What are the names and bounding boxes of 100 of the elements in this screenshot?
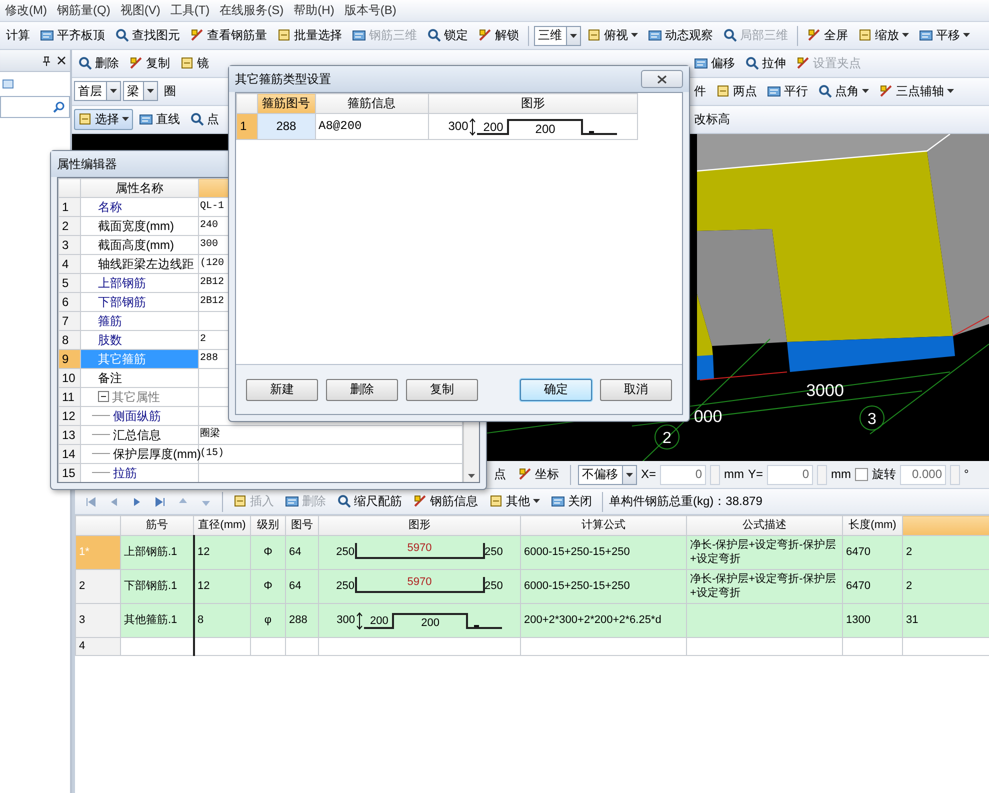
table-cell: 2: [902, 570, 989, 604]
menu-item[interactable]: 在线服务(S): [214, 3, 289, 18]
input-field[interactable]: 0.000: [900, 464, 946, 484]
dialog-button[interactable]: 确定: [520, 378, 592, 400]
row-header[interactable]: 3: [58, 236, 80, 254]
column-header[interactable]: 图号: [286, 516, 318, 536]
column-header[interactable]: 图形: [318, 516, 520, 536]
menu-item[interactable]: 工具(T): [165, 3, 215, 18]
toolbar-button[interactable]: 解锁: [474, 25, 523, 46]
toolbar-button[interactable]: 偏移: [690, 53, 739, 74]
row-header[interactable]: 2: [58, 216, 80, 236]
toolbar-button[interactable]: 点角: [814, 81, 873, 102]
column-header[interactable]: 图形: [428, 94, 638, 114]
row-header[interactable]: 2: [76, 570, 120, 604]
row-header[interactable]: 9: [58, 350, 80, 368]
dimension-label: 250: [484, 546, 503, 560]
toolbar-button[interactable]: 点: [490, 464, 510, 485]
checkbox[interactable]: [855, 468, 868, 481]
toolbar-button[interactable]: 俯视: [583, 25, 642, 46]
collapse-icon[interactable]: [98, 391, 109, 402]
table-cell: 其他箍筋.1: [120, 604, 194, 638]
menu-item[interactable]: 版本号(B): [339, 3, 402, 18]
toolbar-button[interactable]: 平齐板顶: [36, 25, 109, 46]
toolbar-button[interactable]: 删除: [74, 53, 123, 74]
toolbar-button[interactable]: 缩放: [854, 25, 913, 46]
column-header[interactable]: 直径(mm): [194, 516, 250, 536]
column-header[interactable]: 级别: [250, 516, 286, 536]
toolbar-button[interactable]: 选择: [74, 109, 133, 130]
toolbar-button[interactable]: 直线: [135, 109, 184, 130]
dropdown[interactable]: 首层: [74, 81, 121, 102]
toolbar-button[interactable]: 复制: [125, 53, 174, 74]
toolbar-button[interactable]: 点: [186, 109, 223, 130]
row-header[interactable]: 11: [58, 388, 80, 406]
row-header[interactable]: 1: [58, 198, 80, 216]
row-header[interactable]: 5: [58, 274, 80, 292]
tool-icon: [190, 28, 204, 42]
dimension-label: 300: [448, 119, 468, 134]
column-header[interactable]: 属性名称: [80, 178, 198, 198]
toolbar-button[interactable]: 计算: [2, 25, 34, 46]
row-header[interactable]: 15: [58, 464, 80, 482]
row-header[interactable]: 1: [236, 114, 258, 140]
row-header[interactable]: 14: [58, 444, 80, 464]
menu-item[interactable]: 钢筋量(Q): [52, 3, 116, 18]
toolbar-button[interactable]: 查看钢筋量: [186, 25, 271, 46]
row-header[interactable]: 13: [58, 426, 80, 444]
toolbar-button[interactable]: 全屏: [803, 25, 852, 46]
toolbar-button[interactable]: 平移: [915, 25, 974, 46]
toolbar-button[interactable]: 锁定: [423, 25, 472, 46]
toolbar-button[interactable]: 三点辅轴: [875, 81, 958, 102]
tool-icon: [413, 494, 427, 508]
dialog-button[interactable]: 复制: [406, 378, 478, 400]
toolbar-button[interactable]: 坐标: [514, 464, 563, 485]
row-header[interactable]: 12: [58, 406, 80, 426]
toolbar-button[interactable]: 件: [690, 81, 710, 102]
input-field[interactable]: 0: [767, 464, 814, 484]
column-header[interactable]: 箍筋图号: [257, 94, 316, 114]
input-field[interactable]: 0: [660, 464, 706, 484]
tool-icon: [489, 494, 503, 508]
toolbar-button[interactable]: 其他: [485, 491, 544, 512]
menu-item[interactable]: 帮助(H): [288, 3, 340, 18]
toolbar-button[interactable]: 批量选择: [273, 25, 346, 46]
column-header[interactable]: 筋号: [120, 516, 194, 536]
dialog-button[interactable]: 删除: [326, 378, 398, 400]
dropdown[interactable]: 梁: [123, 81, 158, 102]
toolbar-button[interactable]: 两点: [712, 81, 761, 102]
column-header[interactable]: 箍筋信息: [315, 94, 428, 114]
tool-icon: [745, 56, 759, 70]
toolbar-button[interactable]: 关闭: [547, 491, 596, 512]
close-button[interactable]: [641, 70, 683, 88]
toolbar-button[interactable]: 动态观察: [644, 25, 717, 46]
column-header[interactable]: 计算公式: [520, 516, 686, 536]
search-icon: [53, 101, 65, 113]
dropdown[interactable]: 三维: [534, 26, 581, 46]
toolbar-button[interactable]: 平行: [763, 81, 812, 102]
row-header[interactable]: 3: [76, 604, 120, 638]
row-header[interactable]: 6: [58, 292, 80, 312]
caret-icon: [902, 33, 909, 38]
menu-item[interactable]: 视图(V): [115, 3, 166, 18]
row-header[interactable]: 8: [58, 330, 80, 350]
tool-icon: [352, 28, 366, 42]
row-header[interactable]: 10: [58, 368, 80, 388]
toolbar-button[interactable]: 改标高: [690, 109, 734, 130]
dialog-button[interactable]: 新建: [246, 378, 318, 400]
toolbar-button[interactable]: 圈: [160, 81, 180, 102]
toolbar-button[interactable]: 镜: [176, 53, 213, 74]
toolbar-button[interactable]: 查找图元: [111, 25, 184, 46]
property-name: 其它属性: [112, 390, 160, 404]
row-header[interactable]: 4: [76, 638, 120, 656]
window-title: 属性编辑器: [57, 156, 117, 172]
column-header[interactable]: 公式描述: [686, 516, 842, 536]
toolbar-button[interactable]: 缩尺配筋: [333, 491, 406, 512]
toolbar-button[interactable]: 拉伸: [741, 53, 790, 74]
column-header[interactable]: 长度(mm): [842, 516, 902, 536]
dialog-button[interactable]: 取消: [600, 378, 672, 400]
row-header[interactable]: 4: [58, 254, 80, 274]
dropdown[interactable]: 不偏移: [578, 464, 637, 484]
menu-item[interactable]: 修改(M): [0, 3, 52, 18]
row-header[interactable]: 7: [58, 312, 80, 330]
toolbar-button[interactable]: 钢筋信息: [409, 491, 482, 512]
search-field[interactable]: [0, 96, 70, 118]
